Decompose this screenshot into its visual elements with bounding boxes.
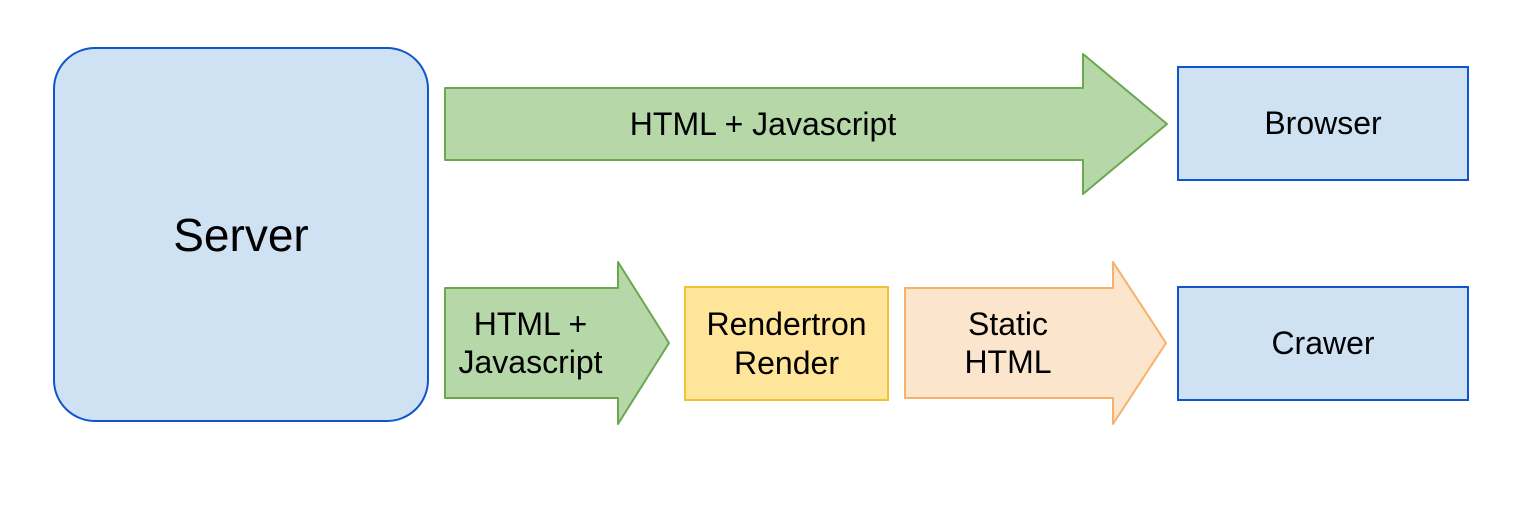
- arrow-server-to-rendertron: [443, 260, 671, 426]
- server-label: Server: [173, 208, 308, 262]
- browser-node: Browser: [1177, 66, 1469, 181]
- arrow-rendertron-to-crawler: [903, 260, 1168, 426]
- crawler-label: Crawer: [1271, 325, 1374, 362]
- rendertron-label: RendertronRender: [706, 305, 866, 382]
- diagram-canvas: Server HTML + Javascript HTML +Javascrip…: [0, 0, 1522, 506]
- crawler-node: Crawer: [1177, 286, 1469, 401]
- arrow-server-to-browser: [443, 52, 1169, 196]
- server-node: Server: [53, 47, 429, 422]
- rendertron-node: RendertronRender: [684, 286, 889, 401]
- browser-label: Browser: [1264, 105, 1381, 142]
